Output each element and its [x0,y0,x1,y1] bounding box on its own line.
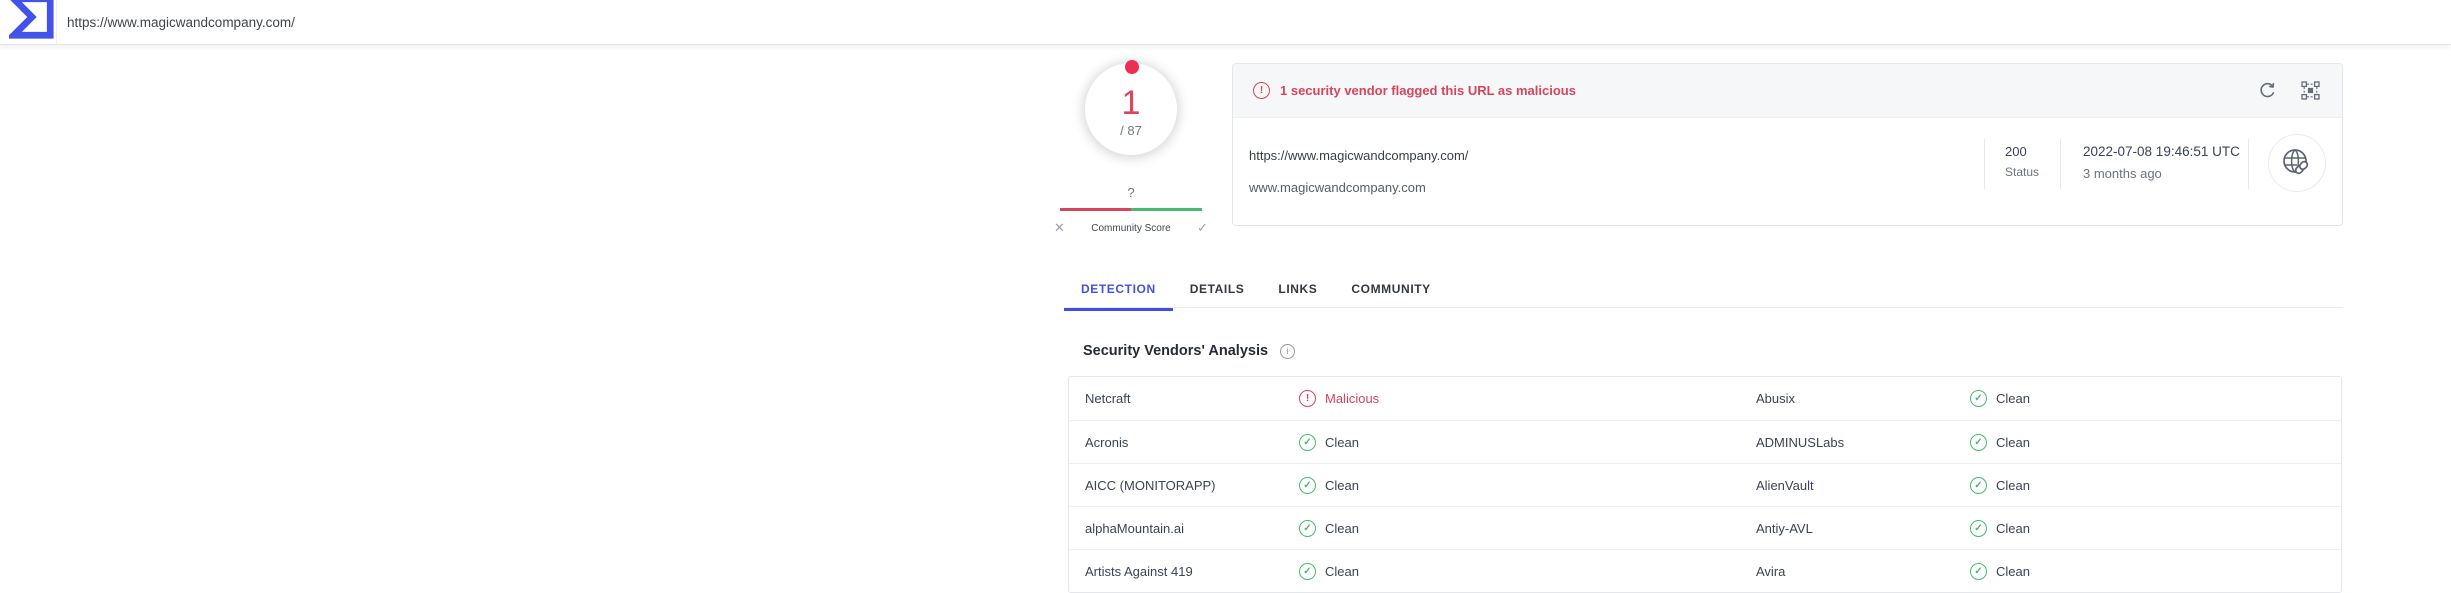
upvote-icon[interactable]: ✓ [1197,220,1208,236]
vendor-name: Abusix [1756,391,1970,406]
gauge-positive-segment [1131,208,1202,211]
info-icon[interactable]: i [1280,344,1295,359]
clean-icon: ✓ [1970,390,1987,407]
scanned-url[interactable]: https://www.magicwandcompany.com/ [1249,148,1468,163]
last-analysis-block: 2022-07-08 19:46:51 UTC 3 months ago [2083,144,2240,181]
vendor-result: ✓ Clean [1970,434,2341,451]
table-row: Artists Against 419 ✓ Clean Avira ✓ Clea… [1069,549,2341,592]
clean-icon: ✓ [1970,477,1987,494]
vendor-name: Acronis [1085,435,1299,450]
vendor-name: Artists Against 419 [1085,564,1299,579]
clean-icon: ✓ [1970,434,1987,451]
table-row: Acronis ✓ Clean ADMINUSLabs ✓ Clean [1069,420,2341,463]
score-marker-dot [1125,60,1139,74]
vendor-name: ADMINUSLabs [1756,435,1970,450]
url-type-badge [2268,134,2326,192]
last-analysis-date: 2022-07-08 19:46:51 UTC [2083,144,2240,159]
vendor-name: Antiy-AVL [1756,521,1970,536]
community-score-unknown: ? [1085,185,1177,200]
clean-icon: ✓ [1299,520,1316,537]
table-row: Netcraft ! Malicious Abusix ✓ Clean [1069,377,2341,420]
downvote-icon[interactable]: ✕ [1054,220,1065,236]
vendor-result: ✓ Clean [1970,477,2341,494]
vendor-analysis-table: Netcraft ! Malicious Abusix ✓ Clean Acro… [1068,376,2342,593]
search-input[interactable] [57,0,2356,44]
tab-links[interactable]: LINKS [1261,270,1334,308]
clean-icon: ✓ [1970,520,1987,537]
alert-text: 1 security vendor flagged this URL as ma… [1280,83,1576,98]
result-label: Clean [1996,478,2030,493]
table-row: AICC (MONITORAPP) ✓ Clean AlienVault ✓ C… [1069,463,2341,506]
vendor-name: AlienVault [1756,478,1970,493]
malicious-alert-banner: ! 1 security vendor flagged this URL as … [1233,64,2342,118]
http-status-label: Status [2005,165,2039,179]
clean-icon: ✓ [1299,477,1316,494]
top-header [0,0,2451,45]
vendor-result: ✓ Clean [1299,520,1756,537]
scanned-domain[interactable]: www.magicwandcompany.com [1249,180,1426,195]
http-status-code: 200 [2005,144,2039,159]
reanalyze-icon[interactable] [2258,81,2277,100]
detection-score-circle: 1 / 87 [1085,63,1177,155]
table-row: alphaMountain.ai ✓ Clean Antiy-AVL ✓ Cle… [1069,506,2341,549]
vendor-name: AICC (MONITORAPP) [1085,478,1299,493]
result-label: Clean [1325,435,1359,450]
vendor-name: Netcraft [1085,391,1299,406]
result-label: Clean [1996,521,2030,536]
clean-icon: ✓ [1299,563,1316,580]
result-label: Clean [1325,478,1359,493]
divider [1984,139,1985,189]
vendor-result: ✓ Clean [1970,563,2341,580]
divider [2248,139,2249,189]
url-search-bar [56,0,2356,44]
vendor-name: alphaMountain.ai [1085,521,1299,536]
vendor-result: ✓ Clean [1970,390,2341,407]
http-status-block: 200 Status [2005,144,2039,179]
report-tabs: DETECTION DETAILS LINKS COMMUNITY [1064,270,1448,308]
malicious-icon: ! [1299,390,1316,407]
result-label: Clean [1996,564,2030,579]
community-score-row: ✕ Community Score ✓ [1054,218,1208,238]
alert-exclamation-icon: ! [1253,82,1270,99]
tabs-divider [1064,307,2343,308]
vendor-result: ✓ Clean [1299,477,1756,494]
result-label: Malicious [1325,391,1379,406]
tab-community[interactable]: COMMUNITY [1334,270,1447,308]
scan-summary-card: ! 1 security vendor flagged this URL as … [1232,63,2343,226]
result-label: Clean [1325,564,1359,579]
gauge-negative-segment [1060,208,1131,211]
score-total: / 87 [1120,123,1142,138]
vendor-result: ✓ Clean [1299,434,1756,451]
virustotal-logo-icon[interactable] [9,0,55,40]
result-label: Clean [1996,435,2030,450]
vt-graph-icon[interactable] [2301,81,2320,100]
clean-icon: ✓ [1299,434,1316,451]
clean-icon: ✓ [1970,563,1987,580]
score-positives: 1 [1122,86,1141,120]
vendor-result: ✓ Clean [1299,563,1756,580]
tab-details[interactable]: DETAILS [1173,270,1262,308]
vendor-result: ! Malicious [1299,390,1756,407]
community-score-gauge [1060,208,1202,211]
divider [2060,139,2061,189]
globe-link-icon [2280,146,2314,180]
result-label: Clean [1325,521,1359,536]
section-title: Security Vendors' Analysis [1083,343,1268,359]
vendor-result: ✓ Clean [1970,520,2341,537]
vendor-name: Avira [1756,564,1970,579]
result-label: Clean [1996,391,2030,406]
community-score-label: Community Score [1091,223,1170,234]
last-analysis-age: 3 months ago [2083,166,2240,181]
tab-detection[interactable]: DETECTION [1064,270,1173,308]
